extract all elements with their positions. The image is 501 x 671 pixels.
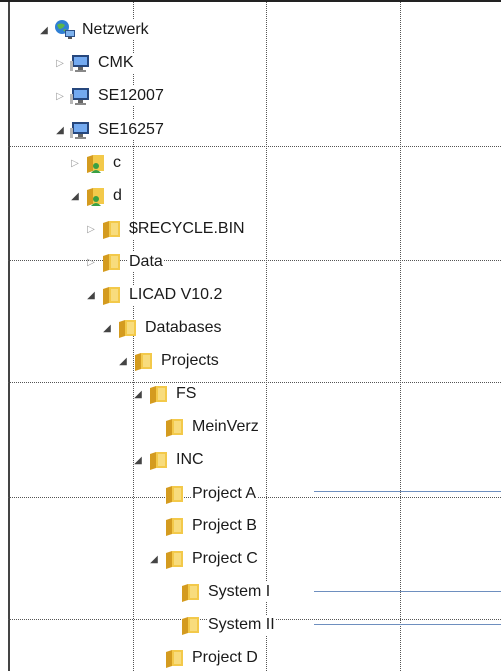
tree-node-project-c[interactable]: ◢ Project C	[147, 544, 259, 574]
collapsed-arrow-icon[interactable]: ▷	[53, 89, 67, 103]
tree-node-meinverz[interactable]: · MeinVerz	[147, 412, 260, 442]
tree-node-recycle-bin[interactable]: ▷ $RECYCLE.BIN	[84, 214, 246, 244]
node-label: FS	[175, 384, 198, 404]
tree-node-fs[interactable]: ◢ FS	[131, 379, 198, 409]
expanded-arrow-icon[interactable]: ◢	[147, 552, 161, 566]
tree-node-se16257[interactable]: ◢ SE16257	[53, 115, 165, 145]
node-label: Databases	[144, 318, 223, 338]
computer-icon	[69, 84, 93, 108]
node-label: Data	[128, 252, 164, 272]
folder-icon	[163, 415, 187, 439]
tree-node-cmk[interactable]: ▷ CMK	[53, 48, 135, 78]
shared-folder-icon	[84, 151, 108, 175]
expanded-arrow-icon[interactable]: ◢	[131, 387, 145, 401]
expanded-arrow-icon[interactable]: ◢	[37, 23, 51, 37]
node-label: Project B	[191, 516, 258, 536]
tree-node-se12007[interactable]: ▷ SE12007	[53, 81, 165, 111]
network-globe-icon	[53, 18, 77, 42]
node-label: SE12007	[97, 86, 165, 106]
node-label: Projects	[160, 351, 220, 371]
node-label: CMK	[97, 53, 135, 73]
tree-node-c[interactable]: ▷ c	[68, 148, 122, 178]
tree-node-system-i[interactable]: · System I	[163, 577, 272, 607]
expanded-arrow-icon[interactable]: ◢	[100, 321, 114, 335]
collapsed-arrow-icon[interactable]: ▷	[84, 255, 98, 269]
node-label: $RECYCLE.BIN	[128, 219, 246, 239]
node-label: Project A	[191, 484, 258, 504]
tree-node-project-b[interactable]: · Project B	[147, 511, 258, 541]
shared-folder-icon	[84, 184, 108, 208]
tree-node-projects[interactable]: ◢ Projects	[116, 346, 220, 376]
no-toggle-spacer: ·	[147, 519, 161, 533]
computer-icon	[69, 51, 93, 75]
expanded-arrow-icon[interactable]: ◢	[84, 288, 98, 302]
folder-icon	[163, 514, 187, 538]
node-label: System II	[207, 615, 276, 635]
node-label: SE16257	[97, 120, 165, 140]
folder-icon	[179, 580, 203, 604]
collapsed-arrow-icon[interactable]: ▷	[68, 156, 82, 170]
no-toggle-spacer: ·	[163, 618, 177, 632]
folder-icon	[163, 482, 187, 506]
expanded-arrow-icon[interactable]: ◢	[68, 189, 82, 203]
folder-icon	[100, 250, 124, 274]
node-label: System I	[207, 582, 272, 602]
no-toggle-spacer: ·	[147, 651, 161, 665]
node-label: INC	[175, 450, 205, 470]
folder-icon	[100, 283, 124, 307]
node-label: c	[112, 153, 122, 173]
annotation-line-project-a	[314, 491, 501, 492]
tree-node-d[interactable]: ◢ d	[68, 181, 123, 211]
node-label: d	[112, 186, 123, 206]
no-toggle-spacer: ·	[147, 420, 161, 434]
tree-node-data[interactable]: ▷ Data	[84, 247, 164, 277]
expanded-arrow-icon[interactable]: ◢	[131, 453, 145, 467]
folder-icon	[132, 349, 156, 373]
computer-icon	[69, 118, 93, 142]
annotation-line-system-i	[314, 591, 501, 592]
folder-icon	[179, 613, 203, 637]
folder-icon	[163, 646, 187, 670]
no-toggle-spacer: ·	[163, 585, 177, 599]
tree-node-netzwerk[interactable]: ◢ Netzwerk	[37, 15, 150, 45]
annotation-line-system-ii	[314, 624, 501, 625]
folder-icon	[163, 547, 187, 571]
collapsed-arrow-icon[interactable]: ▷	[53, 56, 67, 70]
collapsed-arrow-icon[interactable]: ▷	[84, 222, 98, 236]
tree-node-inc[interactable]: ◢ INC	[131, 445, 205, 475]
folder-tree: ◢ Netzwerk ▷ CMK ▷ SE12007 ◢ SE16257 ▷ c…	[0, 2, 501, 671]
node-label: LICAD V10.2	[128, 285, 224, 305]
node-label: Netzwerk	[81, 20, 150, 40]
expanded-arrow-icon[interactable]: ◢	[53, 123, 67, 137]
folder-icon	[147, 448, 171, 472]
node-label: MeinVerz	[191, 417, 260, 437]
folder-icon	[116, 316, 140, 340]
folder-icon	[147, 382, 171, 406]
folder-icon	[100, 217, 124, 241]
node-label: Project C	[191, 549, 259, 569]
tree-node-system-ii[interactable]: · System II	[163, 610, 276, 640]
tree-node-licad[interactable]: ◢ LICAD V10.2	[84, 280, 224, 310]
tree-node-databases[interactable]: ◢ Databases	[100, 313, 223, 343]
tree-node-project-d[interactable]: · Project D	[147, 643, 259, 671]
no-toggle-spacer: ·	[147, 487, 161, 501]
expanded-arrow-icon[interactable]: ◢	[116, 354, 130, 368]
explorer-tree-panel: ◢ Netzwerk ▷ CMK ▷ SE12007 ◢ SE16257 ▷ c…	[0, 0, 501, 671]
tree-node-project-a[interactable]: · Project A	[147, 479, 258, 509]
node-label: Project D	[191, 648, 259, 668]
